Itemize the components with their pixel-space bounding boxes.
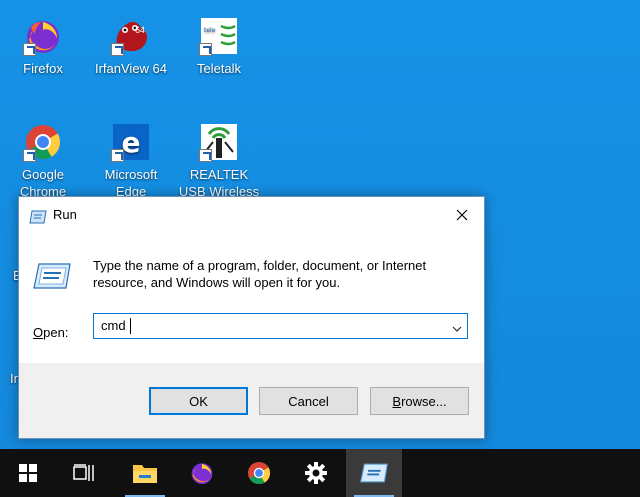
edge-icon: e: [111, 122, 151, 162]
taskbar-firefox[interactable]: [174, 449, 230, 497]
desktop-icon-irfanview[interactable]: 64 IrfanView 64: [90, 16, 172, 77]
open-label-rest: pen:: [43, 325, 69, 340]
shortcut-arrow-icon: [23, 149, 36, 162]
chrome-icon: [23, 122, 63, 162]
open-label-accesskey: O: [33, 325, 44, 340]
desktop-icon-firefox[interactable]: Firefox: [2, 16, 84, 77]
start-button[interactable]: [0, 449, 56, 497]
firefox-icon: [23, 16, 63, 56]
svg-text:tele: tele: [204, 27, 216, 34]
open-combobox[interactable]: cmd: [93, 313, 468, 339]
svg-text:e: e: [122, 126, 141, 159]
teletalk-icon: tele: [199, 16, 239, 56]
desktop-icon-label: Firefox: [23, 61, 63, 76]
desktop-icon-teletalk[interactable]: tele Teletalk: [178, 16, 260, 77]
run-icon: [29, 209, 47, 228]
desktop-icon-label: Teletalk: [196, 61, 242, 76]
shortcut-arrow-icon: [199, 43, 212, 56]
taskbar-run[interactable]: [346, 449, 402, 497]
cancel-button[interactable]: Cancel: [259, 387, 358, 415]
text-caret: [130, 318, 131, 334]
taskbar-file-explorer[interactable]: [117, 449, 173, 497]
dialog-titlebar[interactable]: Run: [19, 197, 484, 233]
task-view-icon: [73, 464, 94, 481]
chevron-down-icon[interactable]: [451, 320, 463, 339]
shortcut-arrow-icon: [111, 43, 124, 56]
shortcut-arrow-icon: [199, 149, 212, 162]
taskbar-settings[interactable]: [288, 449, 344, 497]
browse-accesskey: B: [392, 393, 402, 409]
file-explorer-icon: [133, 465, 157, 483]
browse-button[interactable]: Browse...: [370, 387, 469, 415]
task-view-button[interactable]: [56, 449, 112, 497]
desktop-icon-edge[interactable]: e Microsoft Edge: [90, 122, 172, 200]
irfanview-icon: 64: [111, 16, 151, 56]
shortcut-arrow-icon: [111, 149, 124, 162]
taskbar: [0, 449, 640, 497]
open-label: Open:: [33, 325, 68, 340]
chrome-icon: [247, 461, 271, 485]
version-badge: 64: [135, 25, 146, 35]
dialog-title: Run: [53, 207, 77, 222]
taskbar-chrome[interactable]: [231, 449, 287, 497]
desktop-icon-label: Google Chrome: [19, 167, 67, 199]
start-icon: [19, 464, 37, 482]
close-icon: [456, 209, 468, 221]
close-button[interactable]: [440, 197, 484, 233]
ok-button[interactable]: OK: [149, 387, 248, 415]
dialog-description: Type the name of a program, folder, docu…: [93, 258, 427, 290]
browse-label-rest: rowse...: [401, 393, 447, 409]
firefox-icon: [191, 463, 213, 485]
settings-icon: [305, 462, 327, 484]
realtek-icon: [199, 122, 239, 162]
run-icon: [360, 463, 388, 483]
dialog-content: Type the name of a program, folder, docu…: [19, 233, 484, 363]
open-input[interactable]: cmd: [101, 318, 126, 333]
run-icon: [33, 263, 71, 293]
run-dialog: Run Type the name of a program, folder, …: [18, 196, 485, 439]
desktop-icon-label: IrfanView 64: [94, 61, 168, 76]
desktop-icon-label: Microsoft Edge: [104, 167, 158, 199]
shortcut-arrow-icon: [23, 43, 36, 56]
desktop-icon-chrome[interactable]: Google Chrome: [2, 122, 84, 200]
